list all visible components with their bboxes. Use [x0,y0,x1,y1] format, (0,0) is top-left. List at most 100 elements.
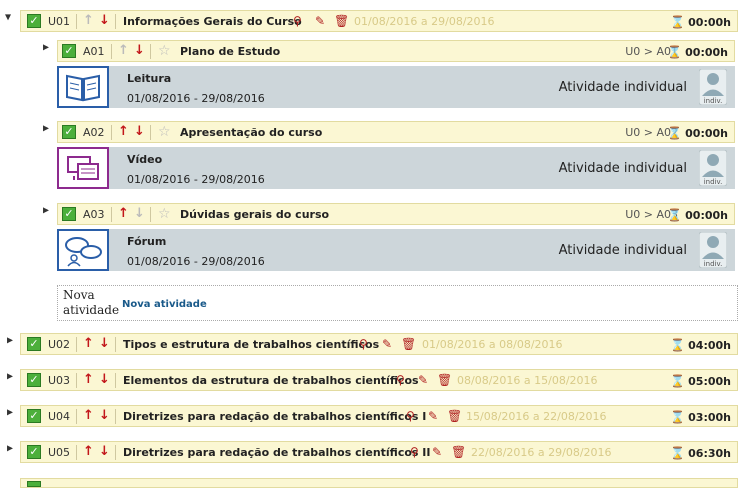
move-up-icon[interactable]: ↑ [118,206,129,222]
expand-icon[interactable]: ▶ [43,205,49,216]
check-icon[interactable]: ✓ [27,373,41,387]
svg-text:indiv.: indiv. [704,97,723,105]
edit-icon[interactable]: ✎ [315,14,325,28]
unit-row: ✓ U04 ↑ ↓ Diretrizes para redação de tra… [20,405,738,427]
forum-icon[interactable] [57,229,109,271]
move-down-icon[interactable]: ↓ [99,13,110,29]
trash-icon[interactable]: 🗑 [334,14,349,28]
activity-kind: Leitura [127,72,172,85]
move-up-icon[interactable]: ↑ [118,124,129,140]
unit-row: ✓ U05 ↑ ↓ Diretrizes para redação de tra… [20,441,738,463]
expand-icon[interactable]: ▶ [7,335,13,346]
video-icon[interactable] [57,147,109,189]
move-up-icon[interactable]: ↑ [83,408,94,424]
move-up-icon[interactable]: ↑ [83,336,94,352]
star-icon[interactable]: ☆ [158,206,171,222]
unit-row: ✓ U03 ↑ ↓ Elementos da estrutura de trab… [20,369,738,391]
edit-icon[interactable]: ✎ [428,409,438,423]
check-icon[interactable]: ✓ [27,337,41,351]
activity-body: Fórum 01/08/2016 - 29/08/2016 Atividade … [57,229,735,271]
unit-dates: 22/08/2016 a 29/08/2016 [471,446,612,459]
expand-icon[interactable]: ▶ [7,407,13,418]
check-icon[interactable]: ✓ [27,445,41,459]
svg-text:indiv.: indiv. [704,260,723,268]
check-icon[interactable]: ✓ [62,207,76,221]
activity-code: A03 [83,208,105,221]
activity-row: ✓ A02 ↑ ↓ ☆ Apresentação do curso U0 > A… [57,121,735,143]
zoom-icon[interactable]: ⚲ [396,373,405,387]
expand-icon[interactable]: ▶ [7,371,13,382]
check-icon[interactable]: ✓ [27,409,41,423]
hourglass-icon: ⌛ [670,446,686,460]
move-down-icon[interactable]: ↓ [99,336,110,352]
unit-title[interactable]: Diretrizes para redação de trabalhos cie… [123,410,426,423]
check-icon[interactable]: ✓ [62,125,76,139]
activity-body: Vídeo 01/08/2016 - 29/08/2016 Atividade … [57,147,735,189]
hourglass-icon: ⌛ [670,410,686,424]
activity-code: A02 [83,126,105,139]
move-down-icon[interactable]: ↓ [134,124,145,140]
new-activity-link[interactable]: Nova atividade [122,299,207,310]
hourglass-icon: ⌛ [670,15,686,29]
star-icon[interactable]: ☆ [158,43,171,59]
activity-type: Atividade individual [558,243,687,258]
activity-hours: ⌛ 00:00h [667,208,728,222]
unit-title[interactable]: Diretrizes para redação de trabalhos cie… [123,446,430,459]
move-up-icon[interactable]: ↑ [83,13,94,29]
move-up-icon[interactable]: ↑ [83,372,94,388]
individual-user-icon: indiv. [698,68,728,106]
zoom-icon[interactable]: ⚲ [293,14,302,28]
unit-title[interactable]: Tipos e estrutura de trabalhos científic… [123,338,379,351]
zoom-icon[interactable]: ⚲ [410,445,419,459]
edit-icon[interactable]: ✎ [432,445,442,459]
expand-icon[interactable]: ▶ [7,443,13,454]
hourglass-icon: ⌛ [667,208,683,222]
star-icon[interactable]: ☆ [158,124,171,140]
move-down-icon[interactable]: ↓ [99,444,110,460]
unit-hours: ⌛ 04:00h [670,338,731,352]
activity-dates: 01/08/2016 - 29/08/2016 [127,173,265,186]
expand-icon[interactable]: ▶ [43,42,49,53]
zoom-icon[interactable]: ⚲ [359,337,368,351]
unit-hours: ⌛ 05:00h [670,374,731,388]
move-up-icon[interactable]: ↑ [118,43,129,59]
move-down-icon[interactable]: ↓ [134,43,145,59]
activity-row: ✓ A03 ↑ ↓ ☆ Dúvidas gerais do curso U0 >… [57,203,735,225]
activity-title[interactable]: Plano de Estudo [180,45,280,58]
book-icon[interactable] [57,66,109,108]
unit-dates: 08/08/2016 a 15/08/2016 [457,374,598,387]
activity-kind: Vídeo [127,153,163,166]
unit-title[interactable]: Elementos da estrutura de trabalhos cien… [123,374,419,387]
activity-row: ✓ A01 ↑ ↓ ☆ Plano de Estudo U0 > A01 ⌛ 00… [57,40,735,62]
trash-icon[interactable]: 🗑 [451,445,466,459]
activity-title[interactable]: Dúvidas gerais do curso [180,208,329,221]
trash-icon[interactable]: 🗑 [447,409,462,423]
zoom-icon[interactable]: ⚲ [406,409,415,423]
move-down-icon[interactable]: ↓ [99,372,110,388]
unit-row-partial [20,478,738,488]
unit-hours: ⌛ 06:30h [670,446,731,460]
check-icon[interactable] [27,481,41,487]
move-down-icon[interactable]: ↓ [134,206,145,222]
activity-dates: 01/08/2016 - 29/08/2016 [127,92,265,105]
move-down-icon[interactable]: ↓ [99,408,110,424]
unit-code: U01 [48,15,71,28]
activity-dates: 01/08/2016 - 29/08/2016 [127,255,265,268]
unit-title[interactable]: Informações Gerais do Curso [123,15,302,28]
edit-icon[interactable]: ✎ [418,373,428,387]
move-up-icon[interactable]: ↑ [83,444,94,460]
check-icon[interactable]: ✓ [62,44,76,58]
trash-icon[interactable]: 🗑 [437,373,452,387]
unit-row: ✓ U02 ↑ ↓ Tipos e estrutura de trabalhos… [20,333,738,355]
hourglass-icon: ⌛ [667,126,683,140]
edit-icon[interactable]: ✎ [382,337,392,351]
activity-title[interactable]: Apresentação do curso [180,126,322,139]
svg-text:indiv.: indiv. [704,178,723,186]
trash-icon[interactable]: 🗑 [401,337,416,351]
unit-hours: ⌛ 00:00h [670,15,731,29]
hourglass-icon: ⌛ [667,45,683,59]
expand-icon[interactable]: ▶ [43,123,49,134]
check-icon[interactable]: ✓ [27,14,41,28]
collapse-icon[interactable]: ▼ [5,12,11,23]
unit-dates: 15/08/2016 a 22/08/2016 [466,410,607,423]
